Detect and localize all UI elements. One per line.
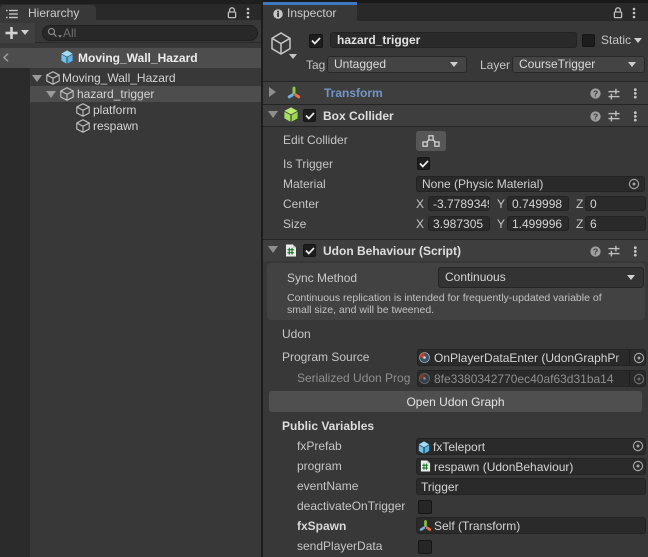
svg-text:?: ? bbox=[593, 88, 598, 98]
svg-text:?: ? bbox=[593, 111, 598, 121]
svg-text:?: ? bbox=[593, 246, 598, 256]
